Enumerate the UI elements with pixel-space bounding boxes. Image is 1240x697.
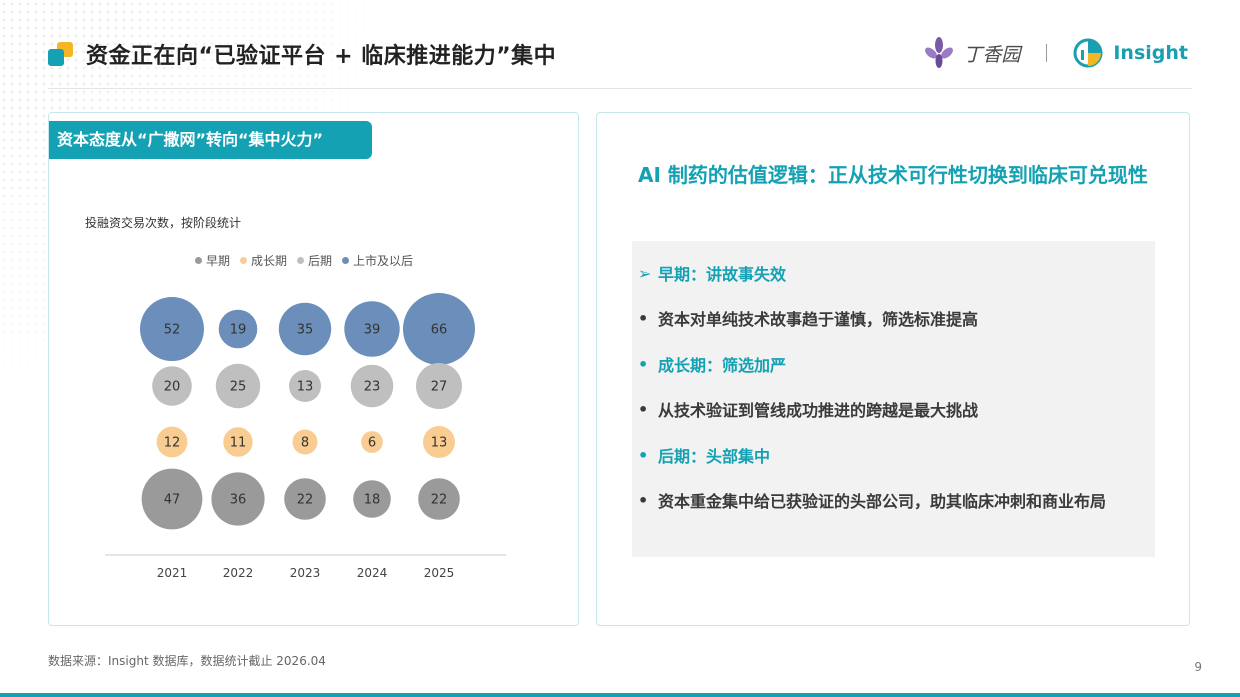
bullet-item: • 资本重金集中给已获验证的头部公司，助其临床冲刺和商业布局 xyxy=(638,488,1106,512)
bullet-text: 早期：讲故事失效 xyxy=(658,265,787,284)
bullet-box: ➢ 早期：讲故事失效 • 资本对单纯技术故事趋于谨慎，筛选标准提高 • 成长期：筛选加严 •… xyxy=(632,241,1155,557)
bottom-accent-bar xyxy=(0,693,1240,697)
bullet-marker: • xyxy=(638,308,649,328)
lilac-flower-icon xyxy=(925,37,954,68)
logo-area: 丁香园 Insight xyxy=(925,36,1188,70)
bullet-marker: ➢ xyxy=(638,263,652,283)
bullet-heading: • 成长期：筛选加严 xyxy=(638,352,786,376)
x-tick-label: 2025 xyxy=(424,566,455,580)
right-panel-heading: AI 制药的估值逻辑：正从技术可行性切换到临床可兑现性 xyxy=(638,163,1148,187)
bubble-data-label: 11 xyxy=(230,436,247,451)
logo-lilac-text: 丁香园 xyxy=(963,43,1021,66)
bubble-data-label: 47 xyxy=(164,493,181,508)
bubble-data-label: 23 xyxy=(364,380,381,395)
bullet-marker: • xyxy=(638,490,649,510)
left-chart-panel: 资本态度从“广撒网”转向“集中火力” 投融资交易次数，按阶段统计 早期 成长期 后期… xyxy=(48,112,579,626)
bullet-marker: • xyxy=(638,354,649,374)
bubble-data-label: 22 xyxy=(297,493,314,508)
bubble-data-label: 20 xyxy=(164,380,181,395)
bubble-data-label: 27 xyxy=(431,380,448,395)
bubble-data-label: 52 xyxy=(164,323,181,338)
bullet-text: 后期：头部集中 xyxy=(658,447,771,466)
bullet-marker: • xyxy=(638,445,649,465)
right-text-panel: AI 制药的估值逻辑：正从技术可行性切换到临床可兑现性 ➢ 早期：讲故事失效 • 资本… xyxy=(596,112,1190,626)
bubble-data-label: 18 xyxy=(364,493,381,508)
x-tick-label: 2022 xyxy=(223,566,254,580)
bullet-text: 资本对单纯技术故事趋于谨慎，筛选标准提高 xyxy=(658,310,979,329)
bullet-text: 从技术验证到管线成功推进的跨越是最大挑战 xyxy=(658,401,979,420)
page-title: 资金正在向“已验证平台 + 临床推进能力”集中 xyxy=(86,44,557,69)
bullet-item: • 从技术验证到管线成功推进的跨越是最大挑战 xyxy=(638,397,978,421)
bubble-data-label: 39 xyxy=(364,323,381,338)
bubble-data-label: 13 xyxy=(431,436,448,451)
bubble-data-label: 12 xyxy=(164,436,181,451)
bubble-data-label: 13 xyxy=(297,380,314,395)
bubble-data-label: 35 xyxy=(297,323,314,338)
page-number: 9 xyxy=(1194,660,1202,674)
x-tick-label: 2021 xyxy=(157,566,188,580)
bullet-text: 成长期：筛选加严 xyxy=(658,356,787,375)
x-tick-label: 2024 xyxy=(357,566,388,580)
bullet-heading: • 后期：头部集中 xyxy=(638,443,770,467)
bubble-data-label: 36 xyxy=(230,493,247,508)
insight-logo-icon xyxy=(1073,38,1103,68)
data-source-note: 数据来源：Insight 数据库，数据统计截止 2026.04 xyxy=(48,654,326,668)
bullet-heading: ➢ 早期：讲故事失效 xyxy=(638,261,786,285)
bubble-data-label: 25 xyxy=(230,380,247,395)
bullet-text: 资本重金集中给已获验证的头部公司，助其临床冲刺和商业布局 xyxy=(658,492,1107,511)
bubble-chart: 52 19 35 39 6620 25 13 23 2712 11 8 6 1347 36 22 18 2220… xyxy=(105,293,506,580)
logo-separator xyxy=(1046,44,1048,62)
header-divider xyxy=(48,88,1192,89)
bubble-data-label: 66 xyxy=(431,323,448,338)
bubble-data-label: 19 xyxy=(230,323,247,338)
bubble-data-label: 22 xyxy=(431,493,448,508)
bubble-data-label: 8 xyxy=(301,436,309,451)
bubble-data-label: 6 xyxy=(368,436,376,451)
bullet-marker: • xyxy=(638,399,649,419)
bullet-item: • 资本对单纯技术故事趋于谨慎，筛选标准提高 xyxy=(638,306,978,330)
logo-insight-text: Insight xyxy=(1113,42,1188,64)
x-tick-label: 2023 xyxy=(290,566,321,580)
title-icon xyxy=(48,42,73,66)
